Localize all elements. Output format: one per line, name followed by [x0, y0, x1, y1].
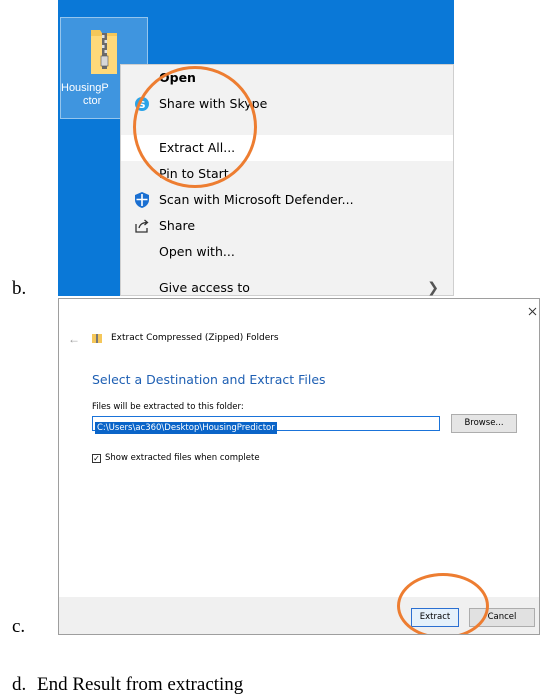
dialog-heading: Select a Destination and Extract Files	[92, 372, 326, 387]
menu-item-open[interactable]: Open	[121, 65, 453, 91]
menu-item-give-access[interactable]: Give access to ❯	[121, 275, 453, 296]
menu-item-label: Extract All...	[159, 140, 236, 155]
caption: d. End Result from extracting	[12, 674, 243, 696]
menu-item-extract-all[interactable]: Extract All...	[121, 135, 453, 161]
menu-item-pin-to-start[interactable]: Pin to Start	[121, 161, 453, 187]
dialog-footer	[59, 597, 539, 634]
menu-item-open-with[interactable]: Open with...	[121, 239, 453, 265]
menu-item-label: Give access to	[159, 280, 250, 295]
menu-item-share[interactable]: Share	[121, 213, 453, 239]
skype-icon: S	[135, 97, 149, 111]
back-arrow-icon[interactable]: ←	[68, 332, 80, 346]
menu-item-label: Pin to Start	[159, 166, 229, 181]
menu-item-label: Scan with Microsoft Defender...	[159, 192, 354, 207]
extract-dialog: ← Extract Compressed (Zipped) Folders Se…	[58, 298, 540, 635]
menu-item-scan-defender[interactable]: Scan with Microsoft Defender...	[121, 187, 453, 213]
zip-folder-icon	[91, 30, 117, 74]
zip-folder-icon	[92, 334, 102, 343]
caption-text: End Result from extracting	[37, 674, 244, 695]
cancel-button[interactable]: Cancel	[469, 608, 535, 627]
dialog-title: Extract Compressed (Zipped) Folders	[111, 333, 279, 343]
list-marker-b: b.	[12, 278, 27, 299]
destination-path-value: C:\Users\ac360\Desktop\HousingPredictor	[95, 422, 277, 434]
menu-item-label: Open with...	[159, 244, 235, 259]
menu-item-label: Share	[159, 218, 196, 233]
show-files-checkbox-label: Show extracted files when complete	[105, 453, 260, 463]
share-icon	[135, 219, 149, 233]
extract-button[interactable]: Extract	[411, 608, 459, 627]
browse-button[interactable]: Browse...	[451, 414, 517, 433]
context-menu: Open S Share with Skype Extract All... P…	[120, 64, 454, 296]
menu-item-label: Share with Skype	[159, 96, 268, 111]
list-marker-c: c.	[12, 616, 26, 637]
desktop-screenshot: HousingP ctor Open S Share with Skype Ex…	[58, 0, 454, 296]
chevron-right-icon: ❯	[427, 280, 439, 296]
close-icon[interactable]	[528, 307, 537, 316]
menu-item-share-skype[interactable]: S Share with Skype	[121, 91, 453, 117]
svg-text:S: S	[138, 100, 145, 111]
menu-item-label: Open	[159, 70, 196, 85]
destination-label: Files will be extracted to this folder:	[92, 402, 244, 412]
defender-icon	[135, 192, 149, 208]
show-files-checkbox[interactable]: ✓	[92, 454, 101, 463]
destination-path-input[interactable]: C:\Users\ac360\Desktop\HousingPredictor	[92, 416, 440, 434]
list-marker-d: d.	[12, 674, 27, 695]
